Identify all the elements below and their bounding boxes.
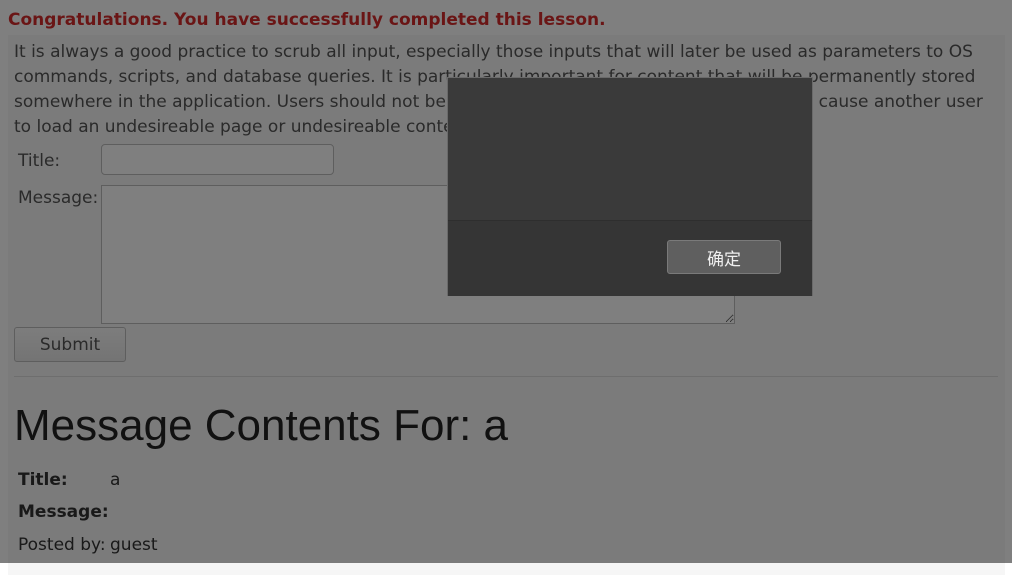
alert-message [448, 78, 812, 220]
alert-dialog: 确定 [447, 77, 813, 296]
alert-ok-button[interactable]: 确定 [667, 240, 781, 274]
alert-dialog-footer: 确定 [448, 220, 812, 296]
